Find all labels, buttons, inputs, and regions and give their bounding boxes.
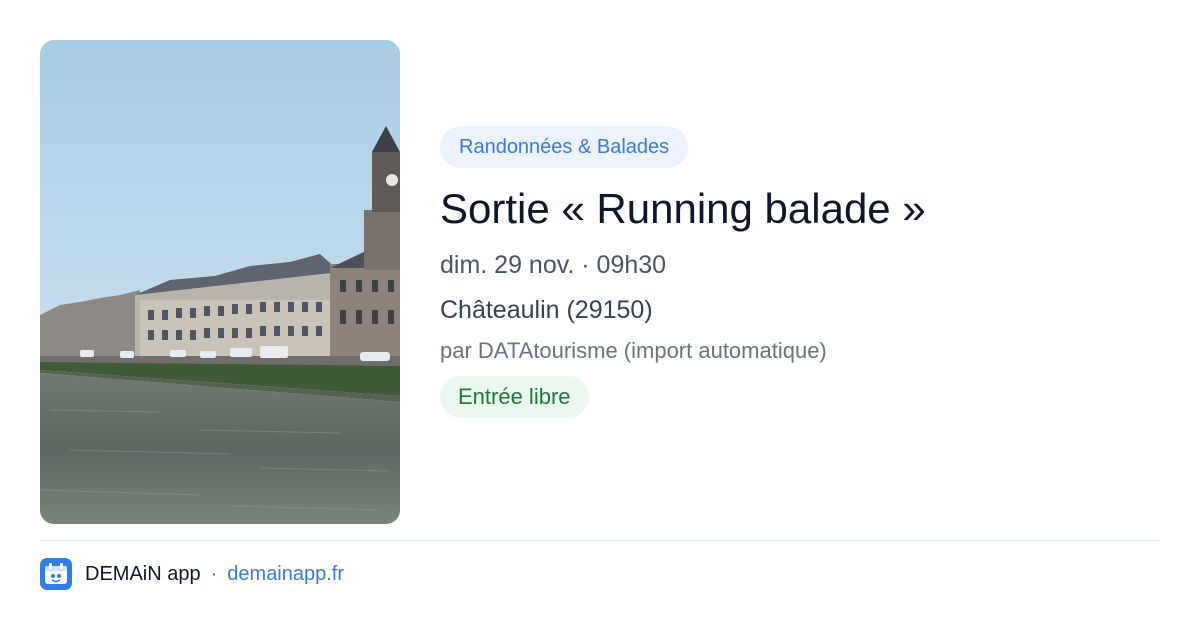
app-name: DEMAiN app: [85, 562, 201, 585]
app-logo-icon[interactable]: [40, 558, 72, 590]
event-datetime: dim. 29 nov. · 09h30: [440, 251, 667, 279]
footer-divider: [40, 540, 1160, 541]
event-info: Randonnées & Balades Sortie « Running ba…: [440, 126, 1140, 418]
category-badge[interactable]: Randonnées & Balades: [440, 126, 689, 168]
event-organizer: par DATAtourisme (import automatique): [440, 338, 827, 363]
footer-separator: ·: [210, 562, 218, 585]
footer: DEMAiN app · demainapp.fr: [40, 558, 344, 590]
event-title: Sortie « Running balade »: [440, 185, 926, 232]
app-url-link[interactable]: demainapp.fr: [227, 563, 344, 586]
event-location: Châteaulin (29150): [440, 296, 653, 324]
price-badge: Entrée libre: [440, 376, 589, 418]
event-photo: [40, 40, 400, 524]
event-card: Randonnées & Balades Sortie « Running ba…: [40, 40, 1160, 524]
